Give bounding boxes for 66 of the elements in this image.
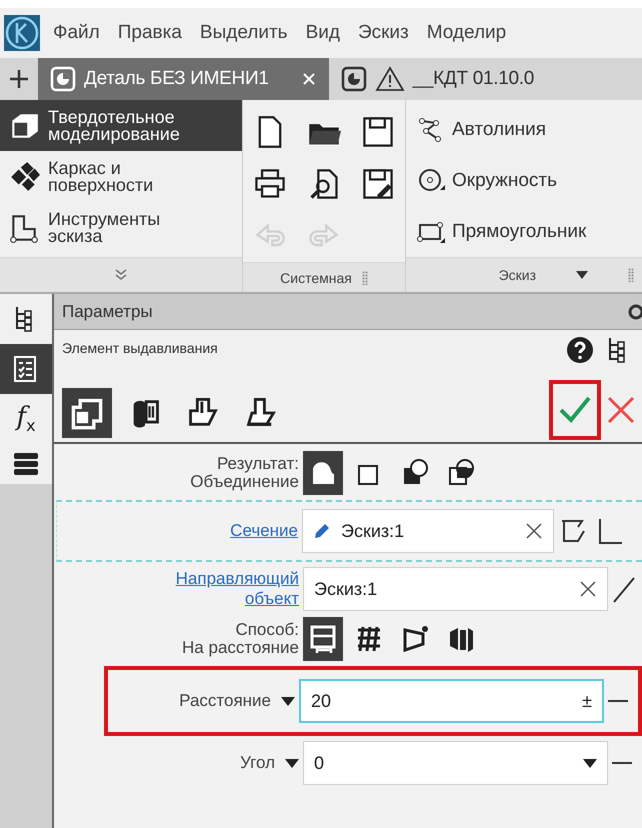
- sketch-tool-button[interactable]: Прямоугольник: [406, 206, 642, 257]
- ok-button[interactable]: [549, 380, 601, 440]
- ribbon-mode-label: Твердотельное моделирование: [48, 108, 181, 142]
- direction-link[interactable]: Направляющий объект: [176, 569, 299, 609]
- ribbon-mode-item[interactable]: Твердотельное моделирование: [0, 100, 242, 151]
- menu-item[interactable]: Эскиз: [348, 22, 418, 44]
- floppy-disk-pencil-icon[interactable]: [361, 167, 395, 201]
- ribbon-mode-label: Инструменты эскиза: [48, 210, 162, 244]
- pencil-icon: [313, 522, 331, 540]
- plus-icon: [8, 68, 30, 90]
- direction-field[interactable]: Эскиз:1: [303, 567, 608, 611]
- side-panel-tab[interactable]: f$_{x}$: [0, 394, 52, 444]
- menu-item[interactable]: Правка: [108, 22, 191, 44]
- menu-item[interactable]: Моделир: [418, 22, 516, 44]
- section-link[interactable]: Сечение: [230, 522, 298, 540]
- document-tab[interactable]: __КДТ 01.10.0: [328, 58, 642, 100]
- operation-title: Элемент выдавливания: [62, 340, 218, 356]
- group-title: Системная: [280, 270, 352, 286]
- close-icon[interactable]: [300, 71, 317, 87]
- extrude-icon: [70, 396, 104, 430]
- menu-item[interactable]: Файл: [44, 22, 109, 44]
- ribbon-mode-label: Каркас и поверхности: [48, 160, 154, 194]
- distance-input[interactable]: 20 ±: [299, 679, 604, 723]
- side-panel-tab[interactable]: [0, 344, 52, 394]
- angle-field[interactable]: 0: [303, 741, 608, 785]
- grip-handle-icon[interactable]: [362, 270, 368, 284]
- field-label: Способ:: [235, 621, 299, 639]
- section-field[interactable]: Эскиз:1: [302, 509, 554, 553]
- function-icon: f$_{x}$: [16, 404, 36, 434]
- menu-item[interactable]: Выделить: [190, 22, 297, 44]
- distance-method-icon: [308, 624, 338, 654]
- operation-type-button[interactable]: [62, 388, 112, 438]
- help-icon[interactable]: [566, 336, 594, 364]
- menu-item[interactable]: Вид: [296, 22, 349, 44]
- field-label: Расстояние: [179, 692, 271, 710]
- document-tab-title: Деталь БЕЗ ИМЕНИ1: [84, 68, 269, 90]
- grip-handle-icon[interactable]: [628, 268, 634, 282]
- part-document-icon: [340, 66, 367, 92]
- plus-minus-button[interactable]: ±: [582, 690, 592, 712]
- intersect-icon: [446, 458, 476, 488]
- checkmark-icon: [558, 395, 592, 425]
- side-panel-tab[interactable]: [0, 294, 52, 344]
- field-value-label: На расстояние: [182, 639, 299, 657]
- field-value-label: Объединение: [190, 473, 299, 491]
- group-title: Эскиз: [498, 267, 536, 283]
- panel-title: Параметры: [62, 302, 153, 322]
- side-panel-tab[interactable]: [0, 444, 52, 484]
- new-tab-button[interactable]: [0, 58, 38, 100]
- dropdown-triangle-icon[interactable]: [285, 758, 299, 768]
- ribbon-mode-item[interactable]: Инструменты эскиза: [0, 202, 242, 253]
- sketch-tool-button[interactable]: Автолиния: [406, 104, 642, 155]
- sketch-tool-button[interactable]: Окружность: [406, 155, 642, 206]
- clear-icon[interactable]: [579, 580, 597, 598]
- document-tab-title: __КДТ 01.10.0: [412, 68, 534, 90]
- option-button[interactable]: [303, 617, 343, 661]
- part-document-icon: [50, 66, 76, 92]
- clear-icon[interactable]: [525, 522, 543, 540]
- field-label: Результат:: [216, 455, 299, 473]
- dropdown-triangle-icon[interactable]: [281, 696, 295, 706]
- double-chevron-icon[interactable]: [114, 269, 128, 281]
- dropdown-triangle-icon[interactable]: [576, 271, 588, 279]
- option-button[interactable]: [303, 451, 343, 495]
- dropdown-triangle-icon[interactable]: [583, 758, 597, 768]
- field-label: Угол: [240, 754, 275, 772]
- cancel-icon[interactable]: [606, 395, 636, 425]
- ribbon-mode-item[interactable]: Каркас и поверхности: [0, 151, 242, 202]
